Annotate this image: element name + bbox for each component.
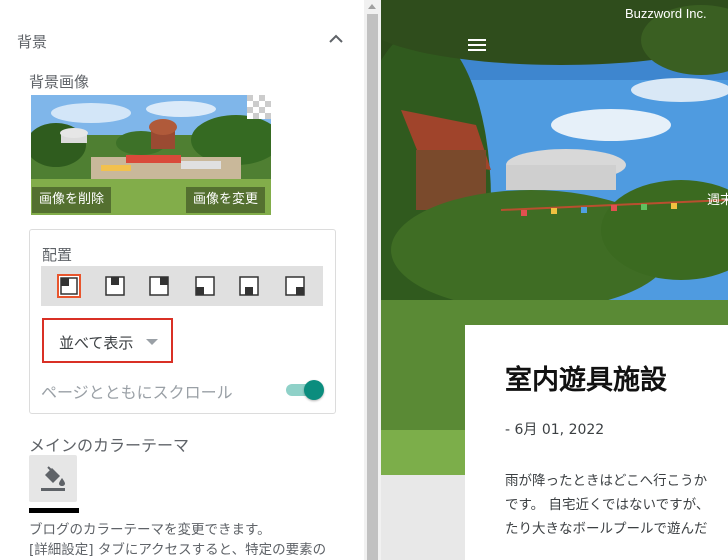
scroll-with-page-label: ページとともにスクロール [41, 383, 233, 402]
settings-panel: 背景 背景画像 画像を削除 画像を変更 配置 並べて表示 ページとともにスクロー… [0, 0, 364, 560]
blog-preview: Buzzword Inc. 週末 室内遊具施設 - 6月 01, 2022 雨が… [381, 0, 728, 560]
hamburger-menu-icon[interactable] [468, 38, 486, 52]
background-image-label: 背景画像 [29, 73, 90, 91]
repeat-dropdown[interactable]: 並べて表示 [42, 318, 173, 363]
change-image-button[interactable]: 画像を変更 [186, 187, 266, 213]
position-selector [41, 266, 323, 306]
caret-down-icon [146, 339, 158, 345]
post-excerpt-line: です。 自宅近くではないですが、 [505, 497, 710, 513]
section-title-background: 背景 [17, 33, 48, 51]
position-top-left-selected-icon[interactable] [57, 274, 81, 298]
paint-bucket-button[interactable] [29, 455, 77, 502]
site-name[interactable]: Buzzword Inc. [625, 6, 707, 21]
theme-help-text: ブログのカラーテーマを変更できます。 [詳細設定] タブにアクセスすると、特定の… [29, 520, 359, 560]
toggle-knob [304, 380, 324, 400]
position-bottom-right-icon[interactable] [283, 274, 307, 298]
panel-scrollbar[interactable] [364, 0, 381, 560]
main-color-theme-label: メインのカラーテーマ [29, 436, 190, 455]
side-post-title-fragment[interactable]: 週末 [707, 189, 728, 208]
post-date: - 6月 01, 2022 [505, 422, 605, 438]
post-excerpt: 雨が降ったときはどこへ行こうか です。 自宅近くではないですが、 たり大きなボー… [505, 469, 728, 541]
post-title[interactable]: 室内遊具施設 [505, 358, 667, 397]
placement-label: 配置 [42, 246, 73, 264]
chevron-up-icon[interactable] [327, 32, 345, 46]
help-text-line: ブログのカラーテーマを変更できます。 [29, 522, 271, 538]
post-excerpt-line: たり大きなボールプールで遊んだ [505, 521, 708, 537]
current-theme-color-swatch [29, 508, 79, 513]
help-text-line: [詳細設定] タブにアクセスすると、特定の要素の [29, 542, 327, 558]
post-card: 室内遊具施設 - 6月 01, 2022 雨が降ったときはどこへ行こうか です。… [465, 325, 728, 560]
scroll-up-arrow-icon[interactable] [368, 4, 376, 9]
position-bottom-left-icon[interactable] [193, 274, 217, 298]
scrollbar-thumb[interactable] [367, 14, 378, 560]
scroll-with-page-toggle[interactable] [286, 380, 324, 400]
post-excerpt-line: 雨が降ったときはどこへ行こうか [505, 473, 708, 489]
position-top-right-icon[interactable] [147, 274, 171, 298]
position-top-center-icon[interactable] [103, 274, 127, 298]
remove-image-button[interactable]: 画像を削除 [32, 187, 112, 213]
position-bottom-center-icon[interactable] [237, 274, 261, 298]
paint-bucket-icon [41, 466, 65, 491]
repeat-dropdown-value: 並べて表示 [59, 334, 134, 352]
